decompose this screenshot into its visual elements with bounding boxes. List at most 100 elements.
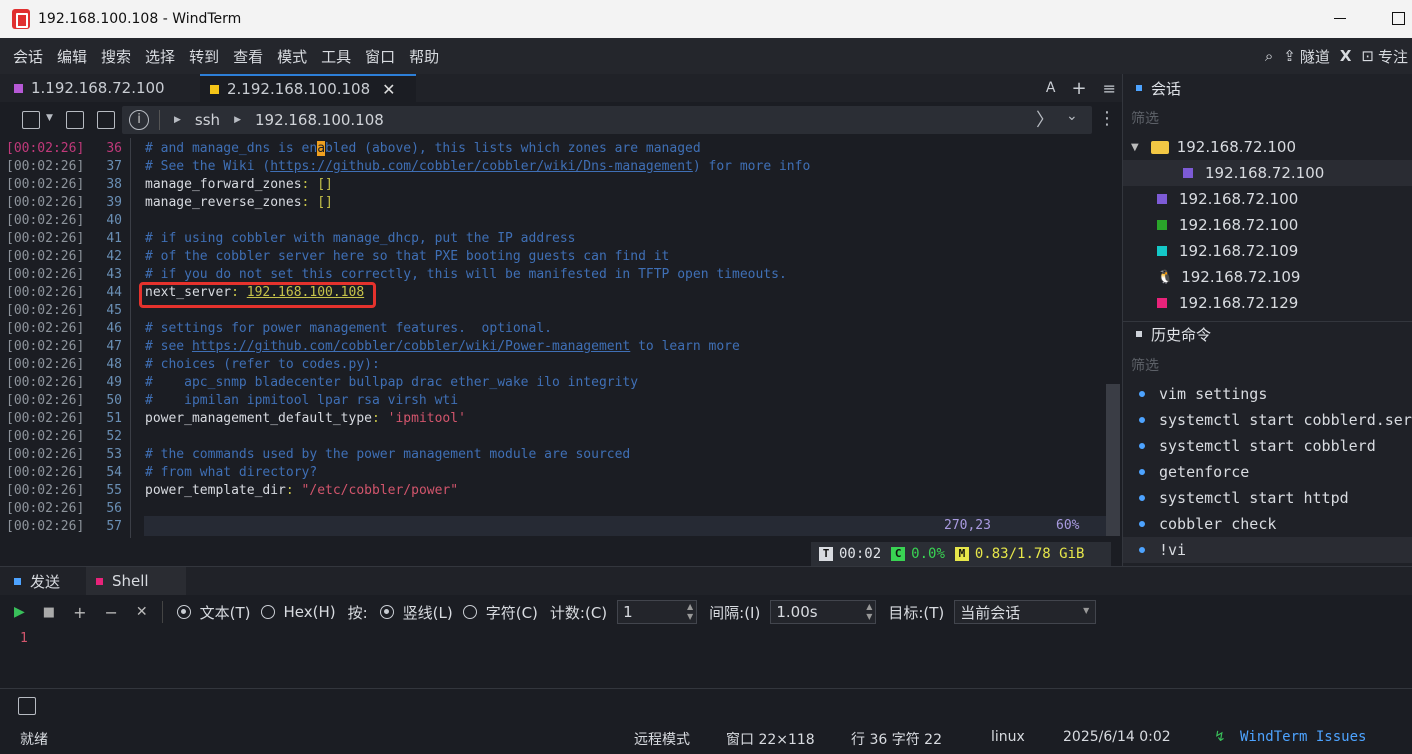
history-item[interactable]: systemctl start httpd	[1123, 485, 1412, 511]
history-item[interactable]: getenforce	[1123, 459, 1412, 485]
history-command: systemctl start httpd	[1159, 489, 1349, 507]
line-timestamp: [00:02:26]	[6, 303, 85, 318]
stepper-arrows-icon[interactable]: ▲ ▼	[866, 602, 872, 622]
hex-mode-radio[interactable]: Hex(H)	[260, 603, 336, 621]
line-code: # see https://github.com/cobbler/cobbler…	[145, 338, 740, 356]
tab-shell[interactable]: Shell	[86, 567, 186, 595]
tab-send[interactable]: 发送	[14, 567, 84, 595]
clear-icon[interactable]: ✕	[136, 604, 148, 620]
status-cursor[interactable]: 行 36 字符 22	[851, 729, 942, 749]
code-token[interactable]: https://github.com/cobbler/cobbler/wiki/…	[270, 159, 693, 174]
menu-view[interactable]: 查看	[226, 46, 270, 67]
duplicate-session-icon[interactable]	[97, 111, 115, 129]
breadcrumb-host[interactable]: 192.168.100.108	[255, 111, 384, 129]
tab-color-icon	[96, 577, 103, 585]
maximize-button[interactable]	[1388, 8, 1408, 28]
line-number: 55	[106, 483, 122, 498]
minimize-button[interactable]	[1330, 8, 1350, 28]
panel-toggle-icon[interactable]	[18, 697, 36, 715]
menu-window[interactable]: 窗口	[358, 46, 402, 67]
count-value: 1	[623, 603, 633, 621]
new-session-dropdown-icon[interactable]: ▼	[46, 113, 53, 123]
line-number: 43	[106, 267, 122, 282]
tunnel-button[interactable]: ⇪ 隧道	[1283, 46, 1330, 67]
chevron-right-icon[interactable]: 〉	[1036, 106, 1054, 132]
tab-color-icon	[14, 83, 23, 93]
line-code: # the commands used by the power managem…	[145, 446, 630, 464]
session-item[interactable]: 192.168.72.100	[1123, 160, 1412, 186]
line-timestamp: [00:02:26]	[6, 339, 85, 354]
menu-mode[interactable]: 模式	[270, 46, 314, 67]
session-item[interactable]: 192.168.72.100	[1157, 186, 1298, 212]
count-stepper[interactable]: 1 ▲ ▼	[617, 600, 698, 624]
play-icon[interactable]: ▶	[14, 604, 25, 620]
line-number: 38	[106, 177, 122, 192]
session-item[interactable]: 192.168.72.100	[1157, 212, 1298, 238]
tab-list-icon[interactable]: ≡	[1103, 79, 1116, 98]
by-char-radio[interactable]: 字符(C)	[462, 602, 538, 623]
line-number: 41	[106, 231, 122, 246]
code-token[interactable]: https://github.com/cobbler/cobbler/wiki/…	[192, 339, 630, 354]
panel-dot-icon	[1136, 331, 1142, 337]
history-filter-input[interactable]: 筛选	[1131, 355, 1159, 375]
x-icon[interactable]: X	[1340, 47, 1352, 65]
bullet-icon	[1139, 521, 1145, 527]
font-icon[interactable]: A	[1046, 80, 1056, 96]
bullet-icon	[1139, 469, 1145, 475]
session-folder[interactable]: ▼ 192.168.72.100	[1131, 134, 1296, 160]
stop-icon[interactable]: ■	[43, 605, 55, 620]
session-item[interactable]: 192.168.72.129	[1157, 290, 1298, 316]
history-item[interactable]: vim settings	[1123, 381, 1412, 407]
interval-stepper[interactable]: 1.00s ▲ ▼	[770, 600, 877, 624]
more-icon[interactable]: ⋮	[1098, 108, 1116, 129]
stepper-arrows-icon[interactable]: ▲ ▼	[687, 602, 693, 622]
scroll-percent: 60%	[1056, 518, 1080, 533]
chevron-down-icon[interactable]: ⌄	[1066, 108, 1078, 124]
terminal-view[interactable]: [00:02:26] 36 # and manage_dns is enabled …	[0, 138, 1122, 566]
address-bar[interactable]: i ▶ ssh ▶ 192.168.100.108	[122, 106, 1092, 134]
line-number: 52	[106, 429, 122, 444]
menu-edit[interactable]: 编辑	[50, 46, 94, 67]
menu-session[interactable]: 会话	[0, 46, 50, 67]
history-item[interactable]: cobbler check	[1123, 511, 1412, 537]
radio-label: Hex(H)	[283, 603, 336, 621]
add-icon[interactable]: +	[73, 603, 86, 622]
target-select[interactable]: 当前会话 ▼	[954, 600, 1097, 624]
windterm-issues-link[interactable]: WindTerm Issues	[1240, 729, 1366, 745]
breadcrumb-protocol[interactable]: ssh	[195, 111, 220, 129]
history-item[interactable]: systemctl start cobblerd.service	[1123, 407, 1412, 433]
minus-icon[interactable]: −	[104, 603, 117, 622]
menu-goto[interactable]: 转到	[182, 46, 226, 67]
status-mode[interactable]: 远程模式	[634, 729, 690, 749]
focus-button[interactable]: ⊡ 专注	[1361, 46, 1408, 67]
tab-session-1[interactable]: 1.192.168.72.100	[14, 74, 198, 102]
add-tab-icon[interactable]: +	[1072, 78, 1087, 99]
menu-tools[interactable]: 工具	[314, 46, 358, 67]
menu-select[interactable]: 选择	[138, 46, 182, 67]
new-session-icon[interactable]	[22, 111, 40, 129]
sessions-panel-header[interactable]: 会话	[1123, 75, 1181, 101]
menu-help[interactable]: 帮助	[402, 46, 446, 67]
menu-search[interactable]: 搜索	[94, 46, 138, 67]
open-session-icon[interactable]	[66, 111, 84, 129]
history-item[interactable]: !vi	[1123, 537, 1412, 563]
session-item[interactable]: 192.168.72.109	[1157, 238, 1298, 264]
history-item[interactable]: systemctl start cobblerd	[1123, 433, 1412, 459]
text-mode-radio[interactable]: 文本(T)	[176, 602, 251, 623]
history-panel-header[interactable]: 历史命令	[1123, 321, 1211, 347]
close-tab-icon[interactable]: ✕	[382, 80, 395, 99]
code-token: :	[285, 483, 302, 498]
search-icon[interactable]: ⌕	[1265, 47, 1273, 65]
by-line-radio[interactable]: 竖线(L)	[379, 602, 453, 623]
send-controls: ▶ ■ + − ✕ 文本(T) Hex(H) 按: 竖线(L) 字符(C) 计数…	[0, 597, 1412, 627]
session-item[interactable]: 🐧 192.168.72.109	[1157, 264, 1300, 290]
line-code: # from what directory?	[145, 464, 317, 482]
sessions-filter-input[interactable]: 筛选	[1131, 108, 1159, 128]
line-timestamp: [00:02:26]	[6, 213, 85, 228]
line-timestamp: [00:02:26]	[6, 141, 85, 156]
info-icon[interactable]: i	[129, 110, 149, 130]
line-code: # choices (refer to codes.py):	[145, 356, 380, 374]
terminal-scrollbar[interactable]	[1106, 384, 1120, 536]
send-panel: 发送 Shell ▶ ■ + − ✕ 文本(T) Hex(H) 按: 竖线(L)…	[0, 566, 1412, 688]
tab-session-2[interactable]: 2.192.168.100.108 ✕	[200, 74, 416, 102]
